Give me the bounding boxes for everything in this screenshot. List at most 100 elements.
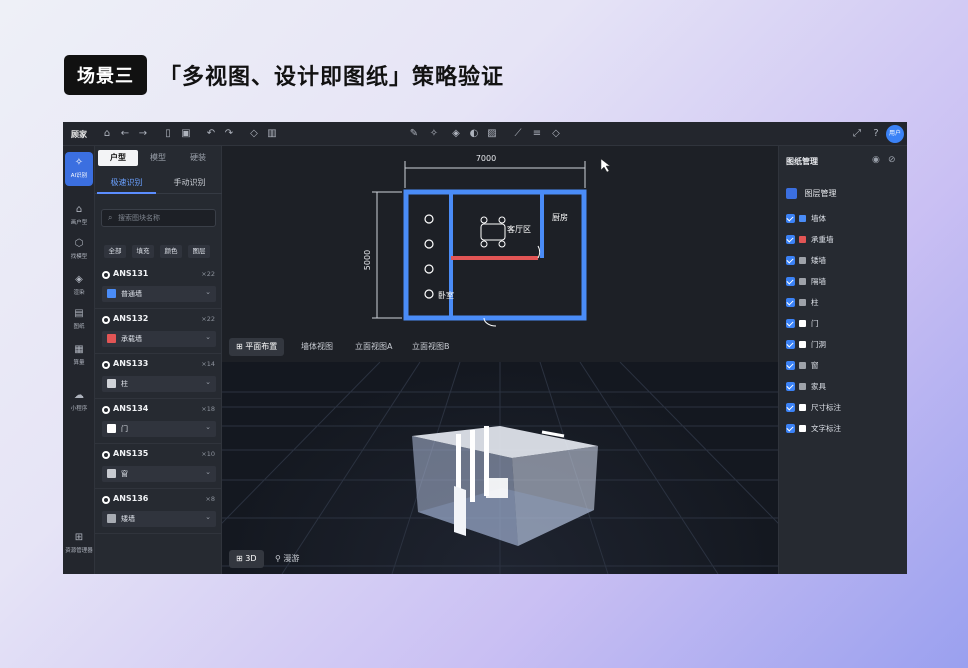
tab-plan-layout[interactable]: ⊞ 平面布置 bbox=[229, 338, 285, 356]
tab-manual-recognize[interactable]: 手动识别 bbox=[158, 176, 221, 190]
3d-view-button[interactable]: ⊞ 3D bbox=[229, 550, 264, 568]
type-select[interactable]: 柱 ⌄ bbox=[102, 376, 216, 392]
radio-icon[interactable] bbox=[102, 271, 110, 279]
list-item[interactable]: ANS133 ×14 柱 ⌄ bbox=[95, 354, 222, 399]
list-item[interactable]: ANS132 ×22 承载墙 ⌄ bbox=[95, 309, 222, 354]
checkbox[interactable] bbox=[786, 235, 795, 244]
checkbox[interactable] bbox=[786, 214, 795, 223]
radio-icon[interactable] bbox=[102, 316, 110, 324]
image-icon[interactable]: ▨ bbox=[485, 127, 499, 141]
user-avatar[interactable]: 用户 bbox=[886, 125, 904, 143]
tab-model[interactable]: 模型 bbox=[138, 150, 178, 166]
color-swatch bbox=[799, 320, 806, 327]
erase-icon[interactable]: ◇ bbox=[549, 127, 563, 141]
home-icon[interactable]: ⌂ bbox=[100, 127, 114, 141]
filter-all[interactable]: 全部 bbox=[104, 245, 126, 258]
list-item[interactable]: ANS134 ×18 门 ⌄ bbox=[95, 399, 222, 444]
checkbox[interactable] bbox=[786, 319, 795, 328]
3d-viewport[interactable] bbox=[171, 361, 829, 574]
layers-icon[interactable]: ◈ bbox=[449, 127, 463, 141]
ruler-icon[interactable]: ⟋ bbox=[511, 127, 525, 141]
list-item[interactable]: ANS131 ×22 普通墙 ⌄ bbox=[95, 264, 222, 309]
panel-tabs: 户型 模型 硬装 bbox=[95, 150, 222, 166]
color-swatch bbox=[799, 362, 806, 369]
forward-icon[interactable]: → bbox=[136, 127, 150, 141]
back-icon[interactable]: ← bbox=[118, 127, 132, 141]
chair-shape bbox=[498, 240, 506, 248]
rail-ai-recognize[interactable]: ✧ AI识别 bbox=[65, 152, 93, 186]
file-icon[interactable]: ▯ bbox=[161, 127, 175, 141]
save-icon[interactable]: ▣ bbox=[179, 127, 193, 141]
bucket-icon: ◈ bbox=[75, 274, 83, 285]
tab-wall-view[interactable]: 墙体视图 bbox=[294, 338, 340, 356]
radio-icon[interactable] bbox=[102, 361, 110, 369]
layer-label: 矮墙 bbox=[811, 256, 826, 265]
rail-mini-program[interactable]: ☁ 小程序 bbox=[63, 390, 95, 412]
filter-layer[interactable]: 图层 bbox=[188, 245, 210, 258]
radio-icon[interactable] bbox=[102, 451, 110, 459]
pen-icon[interactable]: ✎ bbox=[407, 127, 421, 141]
rail-drawings[interactable]: ▤ 图纸 bbox=[63, 308, 95, 330]
type-value: 门 bbox=[121, 425, 128, 433]
checkbox[interactable] bbox=[786, 382, 795, 391]
trash-icon[interactable]: ▥ bbox=[265, 127, 279, 141]
type-select[interactable]: 承载墙 ⌄ bbox=[102, 331, 216, 347]
magic-icon[interactable]: ✧ bbox=[427, 127, 441, 141]
list-item[interactable]: ANS135 ×10 窗 ⌄ bbox=[95, 444, 222, 489]
tab-elevation-b[interactable]: 立面视图B bbox=[405, 338, 457, 356]
eraser-icon[interactable]: ◇ bbox=[247, 127, 261, 141]
cube-icon: ⬡ bbox=[74, 238, 84, 249]
height-dimension: 5000 bbox=[363, 250, 372, 270]
type-select[interactable]: 矮墙 ⌄ bbox=[102, 511, 216, 527]
align-icon[interactable]: ≡ bbox=[530, 127, 544, 141]
layers-icon bbox=[786, 188, 797, 199]
help-icon[interactable]: ? bbox=[869, 127, 883, 141]
undo-icon[interactable]: ↶ bbox=[204, 127, 218, 141]
rail-resource-manager[interactable]: ⊞ 资源管理器 bbox=[63, 532, 95, 554]
tab-floorplan[interactable]: 户型 bbox=[98, 150, 138, 166]
checkbox[interactable] bbox=[786, 340, 795, 349]
checkbox[interactable] bbox=[786, 361, 795, 370]
color-swatch bbox=[799, 383, 806, 390]
roam-button[interactable]: ⚲ 漫游 bbox=[268, 550, 306, 568]
checkbox[interactable] bbox=[786, 298, 795, 307]
rail-find-model[interactable]: ⬡ 找模型 bbox=[63, 238, 95, 260]
checkbox[interactable] bbox=[786, 256, 795, 265]
side-rail: ✧ AI识别 ⌂ 画户型 ⬡ 找模型 ◈ 渲染 ▤ 图纸 ▦ 算量 ☁ 小程序 … bbox=[63, 146, 95, 574]
type-select[interactable]: 门 ⌄ bbox=[102, 421, 216, 437]
rail-render[interactable]: ◈ 渲染 bbox=[63, 274, 95, 296]
checkbox[interactable] bbox=[786, 424, 795, 433]
type-select[interactable]: 窗 ⌄ bbox=[102, 466, 216, 482]
type-value: 柱 bbox=[121, 380, 128, 388]
tab-hardwear[interactable]: 硬装 bbox=[178, 150, 218, 166]
tab-fast-recognize[interactable]: 极速识别 bbox=[95, 176, 158, 190]
floorplan-canvas[interactable]: 7000 5000 客厅区 厨房 卧室 bbox=[222, 146, 778, 362]
rail-quantity[interactable]: ▦ 算量 bbox=[63, 344, 95, 366]
block-count: ×22 bbox=[201, 315, 215, 323]
eye-off-icon[interactable]: ⊘ bbox=[888, 155, 896, 165]
block-name: ANS133 bbox=[113, 359, 149, 368]
column-marker bbox=[424, 239, 434, 249]
block-search-input[interactable]: ⌕ 搜索图块名称 bbox=[101, 209, 216, 227]
app-window: 顾家 ⌂ ← → ▯ ▣ ↶ ↷ ◇ ▥ ✎ ✧ ◈ ◐ ▨ ⟋ ≡ ◇ ⤢ ?… bbox=[63, 122, 907, 574]
checkbox[interactable] bbox=[786, 277, 795, 286]
color-swatch bbox=[107, 469, 116, 478]
redo-icon[interactable]: ↷ bbox=[222, 127, 236, 141]
palette-icon[interactable]: ◐ bbox=[467, 127, 481, 141]
tab-elevation-a[interactable]: 立面视图A bbox=[348, 338, 399, 356]
3d-label: 3D bbox=[245, 554, 257, 563]
radio-icon[interactable] bbox=[102, 496, 110, 504]
filter-color[interactable]: 颜色 bbox=[160, 245, 182, 258]
list-item[interactable]: ANS136 ×8 矮墙 ⌄ bbox=[95, 489, 222, 534]
filter-fill[interactable]: 填充 bbox=[132, 245, 154, 258]
eye-icon[interactable]: ◉ bbox=[872, 155, 880, 165]
left-panel: 户型 模型 硬装 极速识别 手动识别 ⌕ 搜索图块名称 全部 填充 颜色 图层 … bbox=[95, 146, 222, 574]
rail-draw-plan[interactable]: ⌂ 画户型 bbox=[63, 204, 95, 226]
checkbox[interactable] bbox=[786, 403, 795, 412]
layer-label: 家具 bbox=[811, 382, 826, 391]
type-select[interactable]: 普通墙 ⌄ bbox=[102, 286, 216, 302]
radio-icon[interactable] bbox=[102, 406, 110, 414]
fullscreen-icon[interactable]: ⤢ bbox=[850, 127, 864, 141]
table-shape bbox=[480, 223, 506, 241]
color-swatch bbox=[107, 379, 116, 388]
